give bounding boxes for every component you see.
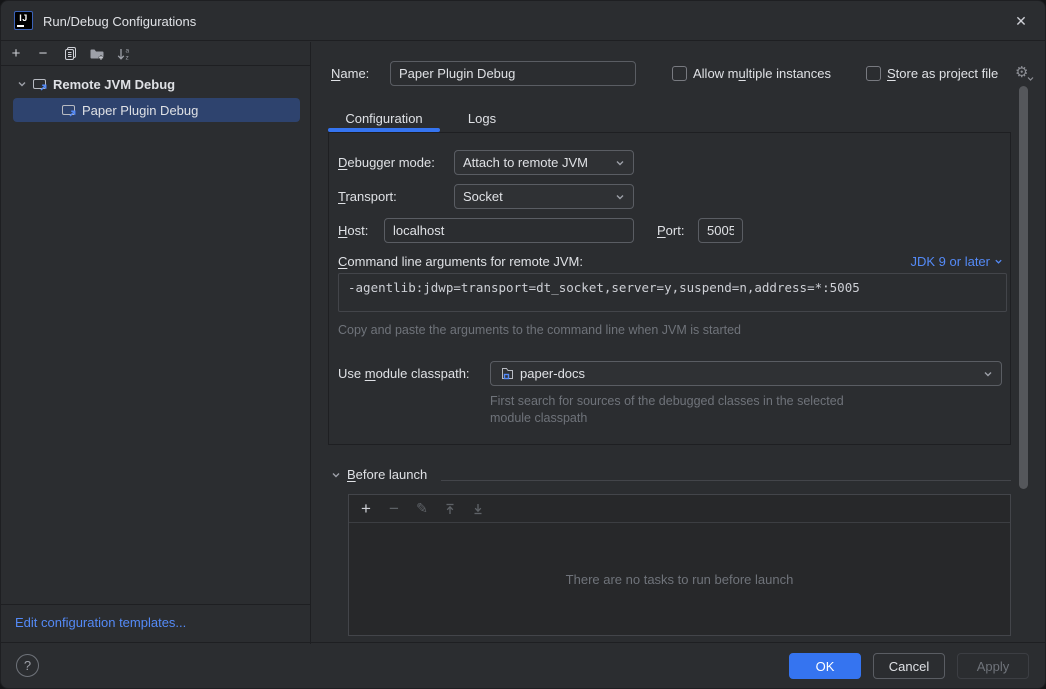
transport-value: Socket [463,189,503,204]
svg-text:z: z [126,54,129,61]
move-down-icon[interactable] [470,501,486,517]
before-launch-empty-text: There are no tasks to run before launch [349,523,1010,635]
configurations-sidebar: + − az Remote JVM Debug [1,42,311,644]
title-bar: IJ Run/Debug Configurations ✕ [1,1,1045,41]
vertical-scrollbar[interactable] [1017,42,1031,644]
module-icon [499,366,514,381]
chevron-down-icon[interactable] [331,470,341,480]
remote-debug-config-icon [61,102,77,118]
module-classpath-select[interactable]: paper-docs [490,361,1002,386]
tree-item-paper-plugin-debug[interactable]: Paper Plugin Debug [13,98,300,122]
close-icon[interactable]: ✕ [1011,11,1031,31]
store-as-project-file-label[interactable]: Store as project file [887,66,998,81]
name-input[interactable] [390,61,636,86]
module-classpath-label: Use module classpath: [338,366,470,381]
apply-button[interactable]: Apply [957,653,1029,679]
sort-alpha-icon[interactable]: az [116,46,132,62]
edit-templates-row: Edit configuration templates... [1,604,310,644]
transport-select[interactable]: Socket [454,184,634,209]
allow-multiple-instances-label[interactable]: Allow multiple instances [693,66,831,81]
tree-group-remote-jvm-debug[interactable]: Remote JVM Debug [1,72,310,96]
tree-item-label: Paper Plugin Debug [82,103,198,118]
sidebar-toolbar: + − az [1,42,310,66]
chevron-down-icon [615,158,625,168]
dialog-title: Run/Debug Configurations [43,14,196,29]
run-debug-configurations-dialog: IJ Run/Debug Configurations ✕ + − az [0,0,1046,689]
module-classpath-value: paper-docs [520,366,585,381]
name-label: Name: [331,66,369,81]
tab-logs[interactable]: Logs [456,104,508,132]
remove-task-icon[interactable]: − [386,501,402,517]
cancel-button[interactable]: Cancel [873,653,945,679]
chevron-down-icon [994,257,1003,266]
port-label: Port: [657,223,684,238]
edit-task-icon[interactable]: ✎ [414,501,430,517]
chevron-down-icon [615,192,625,202]
host-input[interactable] [384,218,634,243]
host-label: Host: [338,223,368,238]
before-launch-tasks-panel: + − ✎ There are no tasks to run before l… [348,494,1011,636]
before-launch-toolbar: + − ✎ [349,495,1010,523]
command-line-args-value[interactable]: -agentlib:jdwp=transport=dt_socket,serve… [338,273,1007,312]
new-folder-icon[interactable] [89,46,105,62]
port-input[interactable] [698,218,743,243]
jdk-version-select[interactable]: JDK 9 or later [911,254,1003,269]
debugger-mode-value: Attach to remote JVM [463,155,588,170]
transport-label: Transport: [338,189,397,204]
ok-button[interactable]: OK [789,653,861,679]
command-line-args-label: Command line arguments for remote JVM: [338,254,583,269]
help-button[interactable]: ? [16,654,39,677]
scrollbar-thumb[interactable] [1019,86,1028,489]
module-classpath-hint-line1: First search for sources of the debugged… [490,393,844,410]
debugger-mode-select[interactable]: Attach to remote JVM [454,150,634,175]
debugger-mode-label: Debugger mode: [338,155,435,170]
footer-buttons: OK Cancel Apply [789,653,1029,679]
allow-multiple-instances-checkbox[interactable] [672,66,687,81]
before-launch-label: Before launch [347,467,427,482]
move-up-icon[interactable] [442,501,458,517]
configurations-tree: Remote JVM Debug Paper Plugin Debug [1,72,310,122]
store-as-project-file-checkbox[interactable] [866,66,881,81]
copy-configuration-icon[interactable] [62,46,78,62]
tree-group-label: Remote JVM Debug [53,77,175,92]
svg-text:a: a [126,47,130,54]
module-classpath-hint-line2: module classpath [490,410,587,427]
remove-configuration-icon[interactable]: − [35,46,51,62]
before-launch-header[interactable]: Before launch [331,467,427,482]
before-launch-separator [441,480,1011,481]
configuration-tab-panel: Debugger mode: Attach to remote JVM Tran… [328,132,1011,445]
command-line-args-hint: Copy and paste the arguments to the comm… [338,322,741,339]
remote-debug-config-icon [32,76,48,92]
edit-configuration-templates-link[interactable]: Edit configuration templates... [15,615,186,630]
chevron-down-icon[interactable] [17,79,27,89]
add-configuration-icon[interactable]: + [8,46,24,62]
add-task-icon[interactable]: + [358,501,374,517]
chevron-down-icon [983,369,993,379]
intellij-logo-icon: IJ [14,11,33,30]
dialog-footer: ? OK Cancel Apply [1,642,1045,688]
configuration-editor: Name: Allow multiple instances Store as … [312,41,1046,644]
